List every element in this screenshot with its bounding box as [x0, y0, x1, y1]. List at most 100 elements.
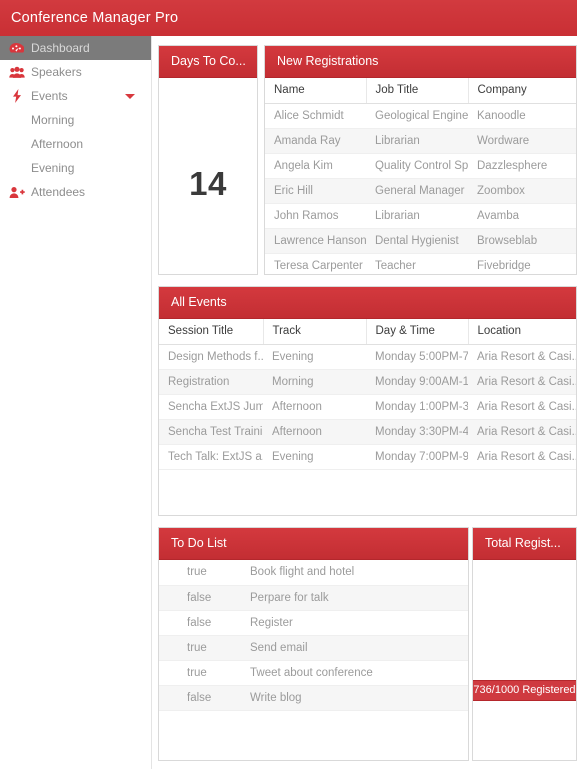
table-cell: Wordware	[468, 128, 576, 154]
column-header[interactable]: Location	[468, 319, 576, 345]
sidebar-item-attendees[interactable]: Attendees	[0, 180, 151, 204]
table-header-row: Session Title Track Day & Time Location	[159, 319, 576, 345]
sidebar-item-label: Morning	[31, 113, 75, 127]
column-header[interactable]: Name	[265, 78, 367, 104]
chevron-down-icon[interactable]	[125, 94, 135, 99]
sidebar-item-label: Events	[31, 89, 68, 103]
panel-header: Total Regist...	[473, 528, 576, 560]
table-row[interactable]: RegistrationMorningMonday 9:00AM-1...Ari…	[159, 369, 576, 395]
table-row[interactable]: true Send email	[159, 635, 468, 661]
table-row[interactable]: Lawrence Hanson Dental Hygienist Browsebla…	[265, 228, 576, 254]
panel-total-registrations: Total Regist... 736/1000 Registered	[472, 527, 577, 761]
column-header[interactable]: Session Title	[159, 319, 264, 345]
table-cell: Aria Resort & Casi...	[468, 369, 576, 395]
app-titlebar: Conference Manager Pro	[0, 0, 577, 36]
column-header[interactable]: Day & Time	[366, 319, 469, 345]
panel-to-do-list: To Do List true Book flight and hotel fals…	[158, 527, 469, 761]
table-cell: Angela Kim	[265, 153, 366, 179]
panel-header: New Registrations	[265, 46, 576, 78]
table-cell: Evening	[263, 344, 366, 370]
table-cell: Morning	[263, 369, 366, 395]
sidebar-item-label: Evening	[31, 161, 75, 175]
table-row[interactable]: false Perpare for talk	[159, 585, 468, 611]
panel-header: Days To Co...	[159, 46, 257, 78]
new-registrations-grid: Name Job Title Company Alice Schmidt Geolog…	[265, 78, 576, 274]
table-row[interactable]: Amanda Ray Librarian Wordware	[265, 128, 576, 154]
table-row[interactable]: true Tweet about conference	[159, 660, 468, 686]
table-cell: Tweet about conference	[241, 660, 468, 686]
table-cell: Geological Engineer	[366, 103, 468, 129]
column-header[interactable]: Track	[263, 319, 367, 345]
to-do-list-grid: true Book flight and hotel false Perpare fo…	[159, 560, 468, 711]
panel-header: To Do List	[159, 528, 468, 560]
panel-body: 14	[159, 78, 257, 274]
table-cell: Send email	[241, 635, 468, 661]
table-cell: Afternoon	[263, 394, 366, 420]
table-cell: true	[159, 560, 241, 586]
sidebar-item-label: Dashboard	[31, 41, 90, 55]
table-row[interactable]: Design Methods f... Evening Monday 5:00PM-…	[159, 344, 576, 370]
table-row[interactable]: Angela Kim Quality Control Sp... Dazzlesph…	[265, 153, 576, 179]
table-cell: John Ramos	[265, 203, 366, 229]
table-cell: Aria Resort & Casi...	[468, 444, 576, 470]
table-cell: true	[159, 660, 241, 686]
table-cell: Design Methods f...	[159, 344, 263, 370]
panel-days-to-conference: Days To Co... 14	[158, 45, 258, 275]
column-header[interactable]: Job Title	[366, 78, 469, 104]
sidebar-item-dashboard[interactable]: Dashboard	[0, 36, 151, 60]
table-cell: Teresa Carpenter	[265, 253, 366, 274]
all-events-grid: Session Title Track Day & Time Location Des…	[159, 319, 576, 470]
panel-title: All Events	[171, 296, 227, 309]
table-row[interactable]: Alice SchmidtGeological EngineerKanoodle	[265, 103, 576, 129]
users-group-icon	[8, 64, 25, 80]
table-cell: Perpare for talk	[241, 585, 468, 611]
table-cell: Dental Hygienist	[366, 228, 468, 254]
table-body: Design Methods f... Evening Monday 5:00PM-…	[159, 344, 576, 470]
panel-body: true Book flight and hotel false Perpare fo…	[159, 560, 468, 760]
sidebar-item-label: Speakers	[31, 65, 82, 79]
table-cell: Zoombox	[468, 178, 576, 204]
table-cell: Fivebridge	[468, 253, 576, 274]
panel-title: Days To Co...	[171, 55, 246, 68]
table-cell: Monday 3:30PM-4...	[366, 419, 468, 445]
table-cell: General Manager	[366, 178, 468, 204]
column-header[interactable]: Company	[468, 78, 576, 104]
sidebar-item-label: Attendees	[31, 185, 86, 199]
sidebar-nav: Dashboard Speakers Events Morning Aftern…	[0, 36, 152, 769]
table-body: Alice SchmidtGeological EngineerKanoodle…	[265, 103, 576, 274]
panel-header: All Events	[159, 287, 576, 319]
table-row[interactable]: Sencha Test Traini... Afternoon Monday 3:3…	[159, 419, 576, 445]
sidebar-item-morning[interactable]: Morning	[0, 108, 151, 132]
lightning-bolt-icon	[8, 88, 25, 104]
table-cell: Tech Talk: ExtJS a...	[159, 444, 263, 470]
table-cell: Eric Hill	[265, 178, 366, 204]
panel-body: Session Title Track Day & Time Location Des…	[159, 319, 576, 515]
user-plus-icon	[8, 184, 25, 200]
table-cell: Quality Control Sp...	[366, 153, 468, 179]
table-cell: Librarian	[366, 128, 468, 154]
panel-title: New Registrations	[277, 55, 379, 68]
table-row[interactable]: false Write blog	[159, 685, 468, 711]
sidebar-item-afternoon[interactable]: Afternoon	[0, 132, 151, 156]
panel-new-registrations: New Registrations Name Job Title Company A…	[264, 45, 577, 275]
table-cell: Book flight and hotel	[241, 560, 468, 586]
table-cell: true	[159, 635, 241, 661]
table-cell: Monday 5:00PM-7...	[366, 344, 468, 370]
table-row[interactable]: false Register	[159, 610, 468, 636]
sidebar-item-evening[interactable]: Evening	[0, 156, 151, 180]
sidebar-item-speakers[interactable]: Speakers	[0, 60, 151, 84]
panel-body: Name Job Title Company Alice Schmidt Geolog…	[265, 78, 576, 274]
table-header-row: Name Job Title Company	[265, 78, 576, 104]
table-cell: Librarian	[366, 203, 468, 229]
table-row[interactable]: John Ramos Librarian Avamba	[265, 203, 576, 229]
table-cell: false	[159, 610, 241, 636]
table-row[interactable]: Teresa Carpenter Teacher Fivebridge	[265, 253, 576, 274]
table-cell: Teacher	[366, 253, 468, 274]
table-row[interactable]: Tech Talk: ExtJS a... Evening Monday 7:00P…	[159, 444, 576, 470]
table-row[interactable]: true Book flight and hotel	[159, 560, 468, 586]
table-row[interactable]: Eric Hill General Manager Zoombox	[265, 178, 576, 204]
sidebar-item-events[interactable]: Events	[0, 84, 151, 108]
panel-title: To Do List	[171, 537, 227, 550]
table-row[interactable]: Sencha ExtJS Jum...AfternoonMonday 1:00P…	[159, 394, 576, 420]
panel-all-events: All Events Session Title Track Day & Time L…	[158, 286, 577, 516]
